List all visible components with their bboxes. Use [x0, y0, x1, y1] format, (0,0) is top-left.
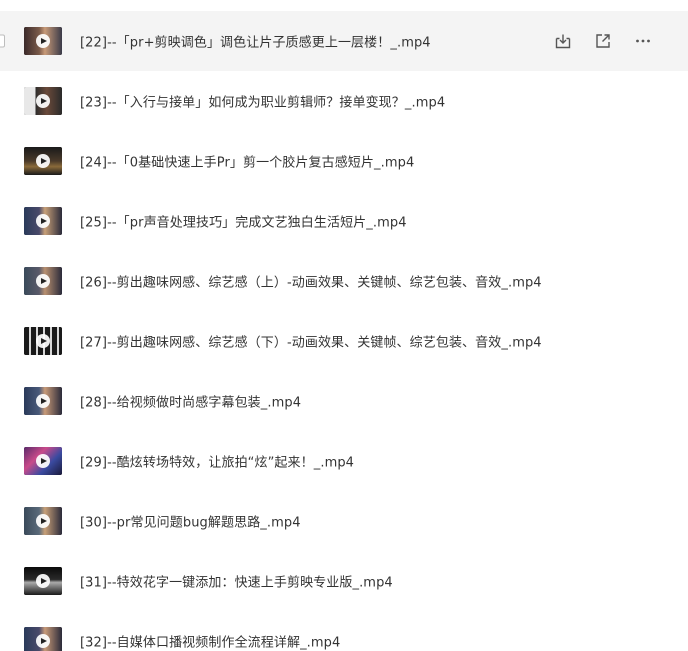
file-name[interactable]: [32]--自媒体口播视频制作全流程详解_.mp4: [80, 632, 340, 651]
video-thumbnail: [24, 567, 62, 595]
file-row[interactable]: [22]--「pr+剪映调色」调色让片子质感更上一层楼！_.mp4: [0, 11, 688, 71]
file-name[interactable]: [30]--pr常见问题bug解题思路_.mp4: [80, 512, 301, 531]
row-actions: [554, 32, 652, 50]
file-name[interactable]: [22]--「pr+剪映调色」调色让片子质感更上一层楼！_.mp4: [80, 32, 431, 51]
file-row[interactable]: [31]--特效花字一键添加：快速上手剪映专业版_.mp4: [0, 551, 688, 611]
file-list: [22]--「pr+剪映调色」调色让片子质感更上一层楼！_.mp4 [23]--…: [0, 0, 688, 651]
video-thumbnail: [24, 627, 62, 651]
play-icon: [36, 34, 50, 48]
file-row[interactable]: [23]--「入行与接单」如何成为职业剪辑师？接单变现？_.mp4: [0, 71, 688, 131]
file-row[interactable]: [26]--剪出趣味网感、综艺感（上）-动画效果、关键帧、综艺包装、音效_.mp…: [0, 251, 688, 311]
video-thumbnail: [24, 507, 62, 535]
file-name[interactable]: [31]--特效花字一键添加：快速上手剪映专业版_.mp4: [80, 572, 393, 591]
file-name[interactable]: [26]--剪出趣味网感、综艺感（上）-动画效果、关键帧、综艺包装、音效_.mp…: [80, 272, 542, 291]
video-thumbnail: [24, 447, 62, 475]
play-icon: [36, 94, 50, 108]
more-icon[interactable]: [634, 32, 652, 50]
play-icon: [36, 454, 50, 468]
play-icon: [36, 214, 50, 228]
file-name[interactable]: [27]--剪出趣味网感、综艺感（下）-动画效果、关键帧、综艺包装、音效_.mp…: [80, 332, 542, 351]
file-row[interactable]: [28]--给视频做时尚感字幕包装_.mp4: [0, 371, 688, 431]
video-thumbnail: [24, 207, 62, 235]
play-icon: [36, 574, 50, 588]
video-thumbnail: [24, 87, 62, 115]
video-thumbnail: [24, 147, 62, 175]
file-name[interactable]: [28]--给视频做时尚感字幕包装_.mp4: [80, 392, 301, 411]
file-row[interactable]: [30]--pr常见问题bug解题思路_.mp4: [0, 491, 688, 551]
video-thumbnail: [24, 327, 62, 355]
file-name[interactable]: [24]--「0基础快速上手Pr」剪一个胶片复古感短片_.mp4: [80, 152, 414, 171]
file-name[interactable]: [25]--「pr声音处理技巧」完成文艺独白生活短片_.mp4: [80, 212, 407, 231]
file-name[interactable]: [23]--「入行与接单」如何成为职业剪辑师？接单变现？_.mp4: [80, 92, 445, 111]
download-icon[interactable]: [554, 32, 572, 50]
play-icon: [36, 634, 50, 648]
video-thumbnail: [24, 267, 62, 295]
video-thumbnail: [24, 27, 62, 55]
row-checkbox[interactable]: [0, 34, 5, 48]
file-row[interactable]: [27]--剪出趣味网感、综艺感（下）-动画效果、关键帧、综艺包装、音效_.mp…: [0, 311, 688, 371]
file-name[interactable]: [29]--酷炫转场特效，让旅拍“炫”起来！_.mp4: [80, 452, 354, 471]
file-row[interactable]: [25]--「pr声音处理技巧」完成文艺独白生活短片_.mp4: [0, 191, 688, 251]
play-icon: [36, 334, 50, 348]
share-icon[interactable]: [594, 32, 612, 50]
file-row[interactable]: [24]--「0基础快速上手Pr」剪一个胶片复古感短片_.mp4: [0, 131, 688, 191]
file-row[interactable]: [29]--酷炫转场特效，让旅拍“炫”起来！_.mp4: [0, 431, 688, 491]
play-icon: [36, 394, 50, 408]
play-icon: [36, 274, 50, 288]
video-thumbnail: [24, 387, 62, 415]
file-row[interactable]: [32]--自媒体口播视频制作全流程详解_.mp4: [0, 611, 688, 651]
play-icon: [36, 154, 50, 168]
play-icon: [36, 514, 50, 528]
